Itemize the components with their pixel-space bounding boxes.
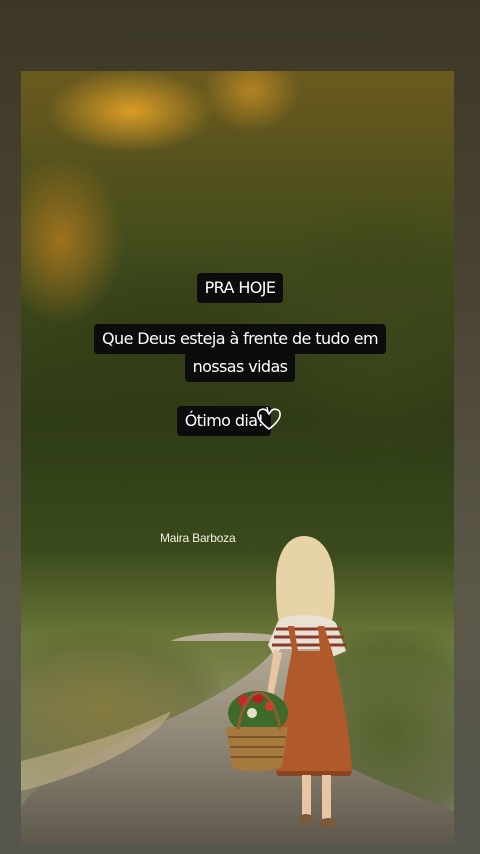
message-caption: Que Deus esteja à frente de tudo em noss… [0,324,480,382]
title-caption: PRA HOJE [0,273,480,303]
title-tag: PRA HOJE [196,273,284,303]
message-line-2: nossas vidas [184,352,296,382]
girl-with-basket [226,536,352,828]
heart-outline-icon [257,406,281,431]
message-line-1: Que Deus esteja à frente de tudo em [94,324,386,354]
author-credit: Maira Barboza [160,531,236,545]
greeting-caption: Ótimo dia! [0,406,480,436]
story-photo [21,71,454,844]
